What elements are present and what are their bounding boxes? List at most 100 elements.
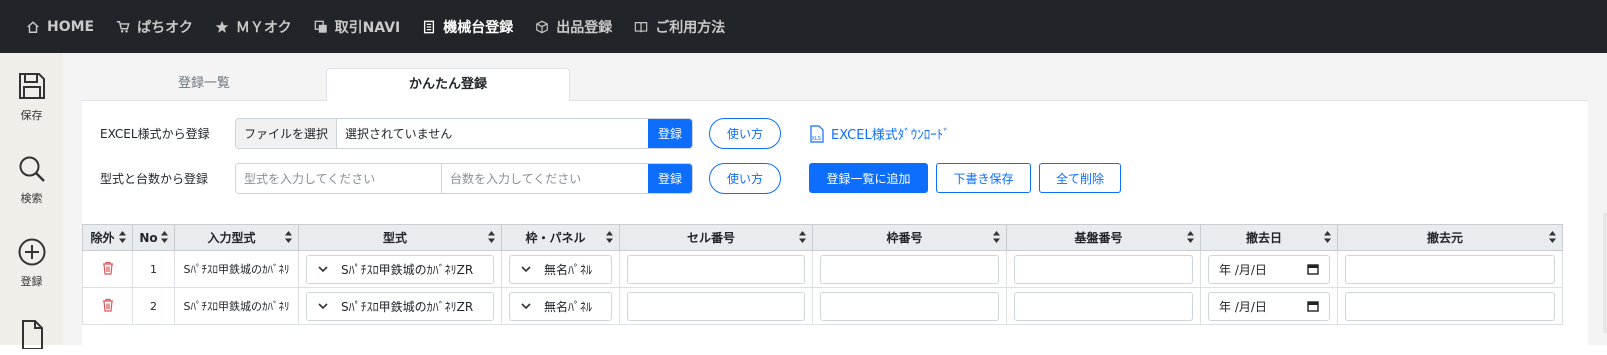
header-input-model[interactable]: 入力型式	[174, 224, 299, 251]
header-model[interactable]: 型式	[298, 224, 502, 251]
header-removal-date[interactable]: 撤去日	[1200, 224, 1338, 251]
top-navbar: HOME ぱちオク ＭＹオク 取引NAVI 機械台登録 出品登録 ご利用方法	[0, 0, 1607, 53]
tab-easy-register[interactable]: かんたん登録	[326, 68, 570, 102]
header-board-number[interactable]: 基盤番号	[1006, 224, 1201, 251]
trash-icon[interactable]	[102, 298, 114, 312]
nav-kikai-label: 機械台登録	[443, 19, 514, 36]
sidebar-item-search[interactable]: 検索	[0, 154, 63, 206]
board-number-input[interactable]	[1014, 254, 1193, 284]
panel-cell: 無名ﾊﾟﾈﾙ	[501, 250, 620, 288]
frame-number-cell	[812, 250, 1007, 288]
svg-text:XLS: XLS	[812, 136, 821, 142]
table-row: 1 Sﾊﾟﾁｽﾛ甲鉄城のｶﾊﾞﾈﾘ Sﾊﾟﾁｽﾛ甲鉄城のｶﾊﾞﾈﾘZR 無名ﾊﾟ…	[82, 250, 1563, 288]
panel-cell: 無名ﾊﾟﾈﾙ	[501, 287, 620, 325]
date-placeholder: 年 /月/日	[1219, 262, 1267, 277]
home-icon	[26, 20, 40, 34]
panel-select[interactable]: 無名ﾊﾟﾈﾙ	[509, 254, 612, 284]
cell-number-cell	[619, 287, 813, 325]
header-removal-source[interactable]: 撤去元	[1337, 224, 1563, 251]
cell-number-input[interactable]	[627, 291, 805, 321]
model-select-value: Sﾊﾟﾁｽﾛ甲鉄城のｶﾊﾞﾈﾘZR	[341, 262, 474, 277]
frame-number-cell	[812, 287, 1007, 325]
row-number: 2	[132, 287, 175, 325]
sidebar-item-file[interactable]	[0, 319, 63, 355]
nav-home-label: HOME	[47, 18, 95, 35]
nav-kikai[interactable]: 機械台登録	[422, 0, 513, 53]
nav-torihiki[interactable]: 取引NAVI	[314, 0, 400, 53]
excel-file-group: ファイルを選択 選択されていません 登録	[235, 118, 693, 149]
tab-register-list[interactable]: 登録一覧	[82, 68, 326, 101]
book-icon	[634, 20, 648, 34]
model-cell: Sﾊﾟﾁｽﾛ甲鉄城のｶﾊﾞﾈﾘZR	[298, 287, 502, 325]
plus-circle-icon	[18, 238, 45, 266]
header-no[interactable]: No	[132, 224, 175, 251]
model-select[interactable]: Sﾊﾟﾁｽﾛ甲鉄城のｶﾊﾞﾈﾘZR	[306, 291, 494, 321]
frame-number-input[interactable]	[820, 291, 999, 321]
model-select[interactable]: Sﾊﾟﾁｽﾛ甲鉄城のｶﾊﾞﾈﾘZR	[306, 254, 494, 284]
cell-number-input[interactable]	[627, 254, 805, 284]
header-exclude[interactable]: 除外	[82, 224, 133, 251]
removal-date-cell: 年 /月/日	[1200, 250, 1338, 288]
panel-select-value: 無名ﾊﾟﾈﾙ	[544, 299, 593, 314]
date-placeholder: 年 /月/日	[1219, 299, 1267, 314]
floppy-disk-icon	[18, 73, 45, 99]
delete-all-button[interactable]: 全て削除	[1039, 163, 1121, 193]
count-input[interactable]	[442, 164, 648, 193]
add-to-list-button[interactable]: 登録一覧に追加	[809, 163, 928, 193]
chevron-down-icon	[521, 303, 531, 310]
header-cell-number[interactable]: セル番号	[619, 224, 813, 251]
excel-download-label: EXCEL様式ﾀﾞｳﾝﾛｰﾄﾞ	[831, 128, 950, 143]
header-panel[interactable]: 枠・パネル	[501, 224, 620, 251]
panel-select[interactable]: 無名ﾊﾟﾈﾙ	[509, 291, 612, 321]
panel-select-value: 無名ﾊﾟﾈﾙ	[544, 262, 593, 277]
sort-icon	[1187, 231, 1194, 243]
xls-file-icon: XLS	[810, 124, 824, 143]
frame-number-input[interactable]	[820, 254, 999, 284]
file-select-button[interactable]: ファイルを選択	[236, 119, 338, 148]
nav-pachioku[interactable]: ぱちオク	[116, 0, 193, 53]
model-help-button[interactable]: 使い方	[709, 163, 781, 194]
model-cell: Sﾊﾟﾁｽﾛ甲鉄城のｶﾊﾞﾈﾘZR	[298, 250, 502, 288]
chevron-down-icon	[521, 266, 531, 273]
cell-number-cell	[619, 250, 813, 288]
removal-date-input[interactable]: 年 /月/日	[1208, 291, 1330, 321]
trash-icon[interactable]	[102, 261, 114, 275]
board-number-cell	[1006, 250, 1201, 288]
exclude-cell	[82, 287, 133, 325]
model-input[interactable]	[236, 164, 442, 193]
sidebar-item-label: 登録	[20, 275, 43, 288]
excel-submit-button[interactable]: 登録	[648, 119, 692, 148]
nav-guide[interactable]: ご利用方法	[634, 0, 725, 53]
sidebar-item-register[interactable]: 登録	[0, 237, 63, 289]
chevron-down-icon	[318, 266, 328, 273]
nav-myoku[interactable]: ＭＹオク	[215, 0, 292, 53]
model-submit-button[interactable]: 登録	[648, 164, 692, 193]
removal-source-input[interactable]	[1345, 254, 1555, 284]
excel-help-button[interactable]: 使い方	[709, 118, 781, 149]
calendar-icon[interactable]	[1307, 300, 1319, 312]
nav-shuppin[interactable]: 出品登録	[535, 0, 612, 53]
table-row: 2 Sﾊﾟﾁｽﾛ甲鉄城のｶﾊﾞﾈﾘ Sﾊﾟﾁｽﾛ甲鉄城のｶﾊﾞﾈﾘZR 無名ﾊﾟ…	[82, 287, 1563, 325]
input-model-cell: Sﾊﾟﾁｽﾛ甲鉄城のｶﾊﾞﾈﾘ	[174, 250, 299, 288]
row-number: 1	[132, 250, 175, 288]
removal-source-input[interactable]	[1345, 291, 1555, 321]
sort-icon	[488, 231, 495, 243]
star-icon	[215, 20, 229, 34]
removal-date-input[interactable]: 年 /月/日	[1208, 254, 1330, 284]
box-icon	[535, 20, 549, 34]
sort-icon	[606, 231, 613, 243]
nav-myoku-label: ＭＹオク	[235, 19, 292, 36]
vertical-scrollbar[interactable]	[1603, 213, 1607, 333]
cart-icon	[116, 20, 130, 34]
board-number-input[interactable]	[1014, 291, 1193, 321]
header-frame-number[interactable]: 枠番号	[812, 224, 1007, 251]
model-input-group: 登録	[235, 163, 693, 194]
sidebar-item-label: 検索	[20, 192, 43, 205]
draft-save-button[interactable]: 下書き保存	[936, 163, 1031, 193]
calendar-icon[interactable]	[1307, 263, 1319, 275]
sidebar-item-save[interactable]: 保存	[0, 71, 63, 123]
excel-download-link[interactable]: XLS EXCEL様式ﾀﾞｳﾝﾛｰﾄﾞ	[809, 124, 950, 143]
input-model-cell: Sﾊﾟﾁｽﾛ甲鉄城のｶﾊﾞﾈﾘ	[174, 287, 299, 325]
sort-icon	[1324, 231, 1331, 243]
nav-home[interactable]: HOME	[26, 0, 94, 53]
